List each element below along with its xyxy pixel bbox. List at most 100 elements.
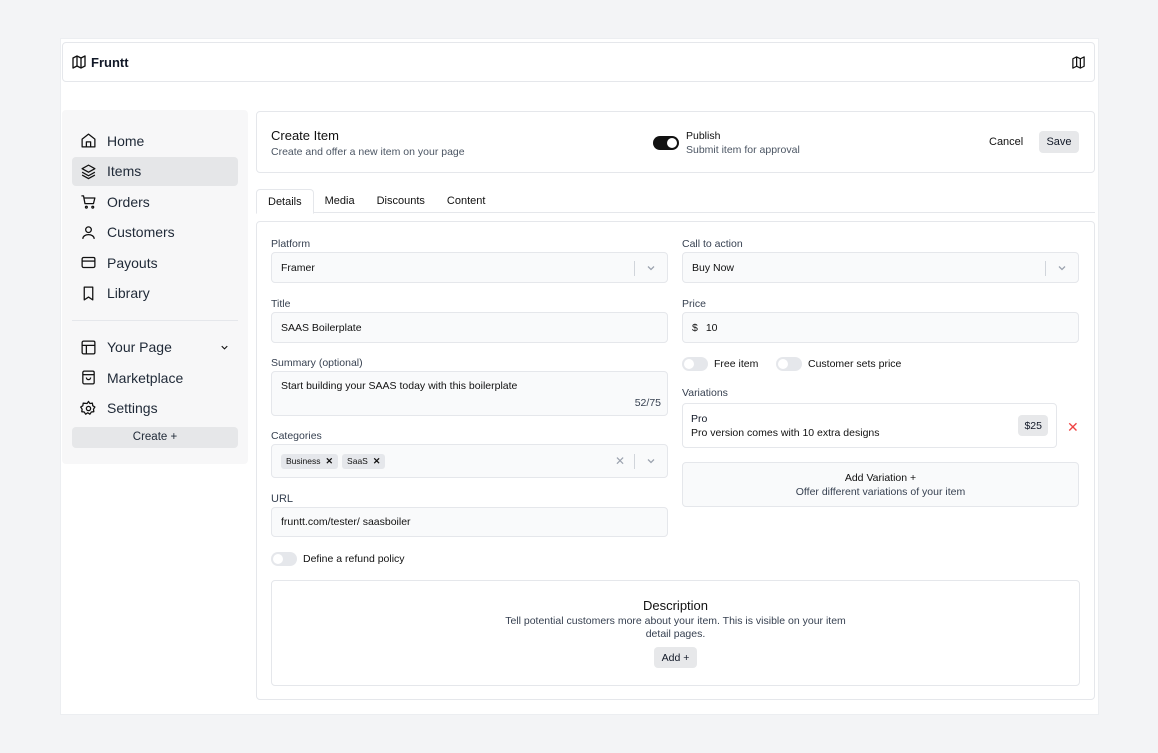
sidebar-item-customers[interactable]: Customers [72, 218, 238, 247]
customer-price-toggle[interactable] [776, 357, 802, 371]
sidebar-item-label: Items [107, 163, 142, 179]
chevron-down-icon [645, 262, 657, 274]
brand-name: Fruntt [91, 54, 129, 70]
categories-label: Categories [271, 430, 322, 442]
price-currency: $ [692, 321, 698, 334]
clear-icon[interactable]: ✕ [615, 454, 625, 468]
top-bar: Fruntt [62, 42, 1095, 82]
sidebar-item-label: Orders [107, 193, 150, 210]
description-text: Tell potential customers more about your… [505, 615, 846, 640]
summary-counter: 52/75 [634, 397, 661, 409]
category-chip[interactable]: SaaS ✕ [342, 453, 386, 469]
url-input[interactable]: fruntt.com/tester/ saasboiler [271, 507, 668, 537]
title-label: Title [271, 298, 291, 310]
map-icon[interactable] [1071, 55, 1086, 70]
sidebar-item-settings[interactable]: Settings [72, 394, 238, 423]
url-label: URL [271, 493, 294, 505]
summary-value: Start building your SAAS today with this… [281, 380, 518, 392]
sidebar-item-label: Home [107, 132, 145, 149]
cancel-button[interactable]: Cancel [989, 136, 1023, 148]
select-separator [634, 261, 635, 276]
variation-description: Pro version comes with 10 extra designs [691, 427, 880, 439]
refund-toggle[interactable] [271, 552, 297, 566]
brand[interactable]: Fruntt [71, 54, 129, 70]
url-value: fruntt.com/tester/ saasboiler [281, 516, 411, 528]
platform-label: Platform [271, 238, 311, 250]
inbox-icon [80, 369, 97, 386]
price-input[interactable]: $ 10 [682, 312, 1079, 343]
add-variation-subtitle: Offer different variations of your item [795, 486, 966, 498]
summary-label: Summary (optional) [271, 357, 363, 369]
tab-details[interactable]: Details [256, 189, 314, 214]
tab-content[interactable]: Content [436, 189, 497, 213]
remove-chip-icon[interactable]: ✕ [373, 456, 381, 467]
layout-icon [80, 339, 97, 356]
sidebar-item-library[interactable]: Library [72, 279, 238, 308]
sidebar-item-items[interactable]: Items [72, 156, 238, 186]
cta-label: Call to action [682, 238, 743, 250]
sidebar-item-label: Your Page [107, 339, 172, 355]
variation-card[interactable]: Pro Pro version comes with 10 extra desi… [682, 403, 1057, 448]
create-button[interactable]: Create + [72, 426, 238, 448]
customer-price-label: Customer sets price [808, 358, 902, 370]
cta-value: Buy Now [692, 261, 735, 274]
price-value: 10 [705, 321, 718, 334]
details-form: Platform Framer Title SAAS Boilerplate S… [256, 221, 1095, 700]
sidebar-item-label: Settings [107, 400, 158, 416]
user-icon [80, 224, 97, 241]
sidebar: Home Items Orders Customers Payouts Libr… [62, 110, 248, 464]
sidebar-item-home[interactable]: Home [72, 126, 238, 155]
sidebar-item-label: Library [107, 285, 150, 301]
home-icon [80, 132, 97, 149]
free-item-toggle[interactable] [682, 357, 708, 371]
title-value: SAAS Boilerplate [281, 321, 362, 334]
sidebar-item-orders[interactable]: Orders [72, 187, 238, 216]
platform-value: Framer [281, 261, 315, 274]
platform-select[interactable]: Framer [271, 252, 668, 283]
remove-chip-icon[interactable]: ✕ [326, 456, 334, 467]
description-title: Description [642, 598, 709, 613]
publish-toggle[interactable] [653, 136, 679, 150]
summary-input[interactable]: Start building your SAAS today with this… [271, 371, 668, 416]
add-description-button[interactable]: Add + [653, 647, 698, 668]
sidebar-item-label: Marketplace [107, 369, 184, 386]
variation-price: $25 [1018, 415, 1048, 436]
publish-title: Publish [686, 130, 721, 142]
tab-media[interactable]: Media [314, 189, 366, 213]
bookmark-icon [80, 285, 97, 302]
refund-label: Define a refund policy [303, 553, 405, 565]
cart-icon [80, 193, 97, 210]
select-separator [1045, 261, 1046, 276]
create-item-header: Create Item Create and offer a new item … [256, 111, 1095, 173]
sidebar-item-payouts[interactable]: Payouts [72, 248, 238, 277]
cta-select[interactable]: Buy Now [682, 252, 1079, 283]
select-separator [634, 454, 635, 469]
add-variation-title: Add Variation + [844, 472, 917, 484]
variation-name: Pro [691, 413, 708, 425]
title-input[interactable]: SAAS Boilerplate [271, 312, 668, 343]
tab-bar: Details Media Discounts Content [256, 189, 1095, 214]
sidebar-item-marketplace[interactable]: Marketplace [72, 363, 238, 392]
categories-select[interactable]: Business ✕ SaaS ✕ ✕ [271, 444, 668, 478]
sidebar-divider [72, 319, 238, 321]
publish-subtitle: Submit item for approval [686, 144, 800, 156]
variations-label: Variations [682, 387, 728, 399]
card-icon [80, 254, 97, 271]
chevron-down-icon[interactable] [219, 342, 230, 353]
page-subtitle: Create and offer a new item on your page [271, 146, 465, 158]
sidebar-item-label: Customers [107, 224, 175, 240]
page-title: Create Item [271, 128, 339, 143]
sidebar-item-your-page[interactable]: Your Page [72, 333, 238, 362]
category-chip[interactable]: Business ✕ [281, 453, 339, 469]
map-icon [71, 54, 87, 70]
description-section: Description Tell potential customers mor… [271, 580, 1080, 686]
save-button[interactable]: Save [1039, 131, 1079, 153]
add-variation-button[interactable]: Add Variation + Offer different variatio… [682, 462, 1079, 507]
chevron-down-icon [645, 455, 657, 467]
price-label: Price [682, 298, 706, 310]
chevron-down-icon [1056, 262, 1068, 274]
sidebar-item-label: Payouts [107, 254, 158, 271]
free-item-label: Free item [714, 358, 759, 370]
tab-discounts[interactable]: Discounts [366, 189, 436, 213]
remove-variation-icon[interactable]: ✕ [1067, 419, 1079, 436]
